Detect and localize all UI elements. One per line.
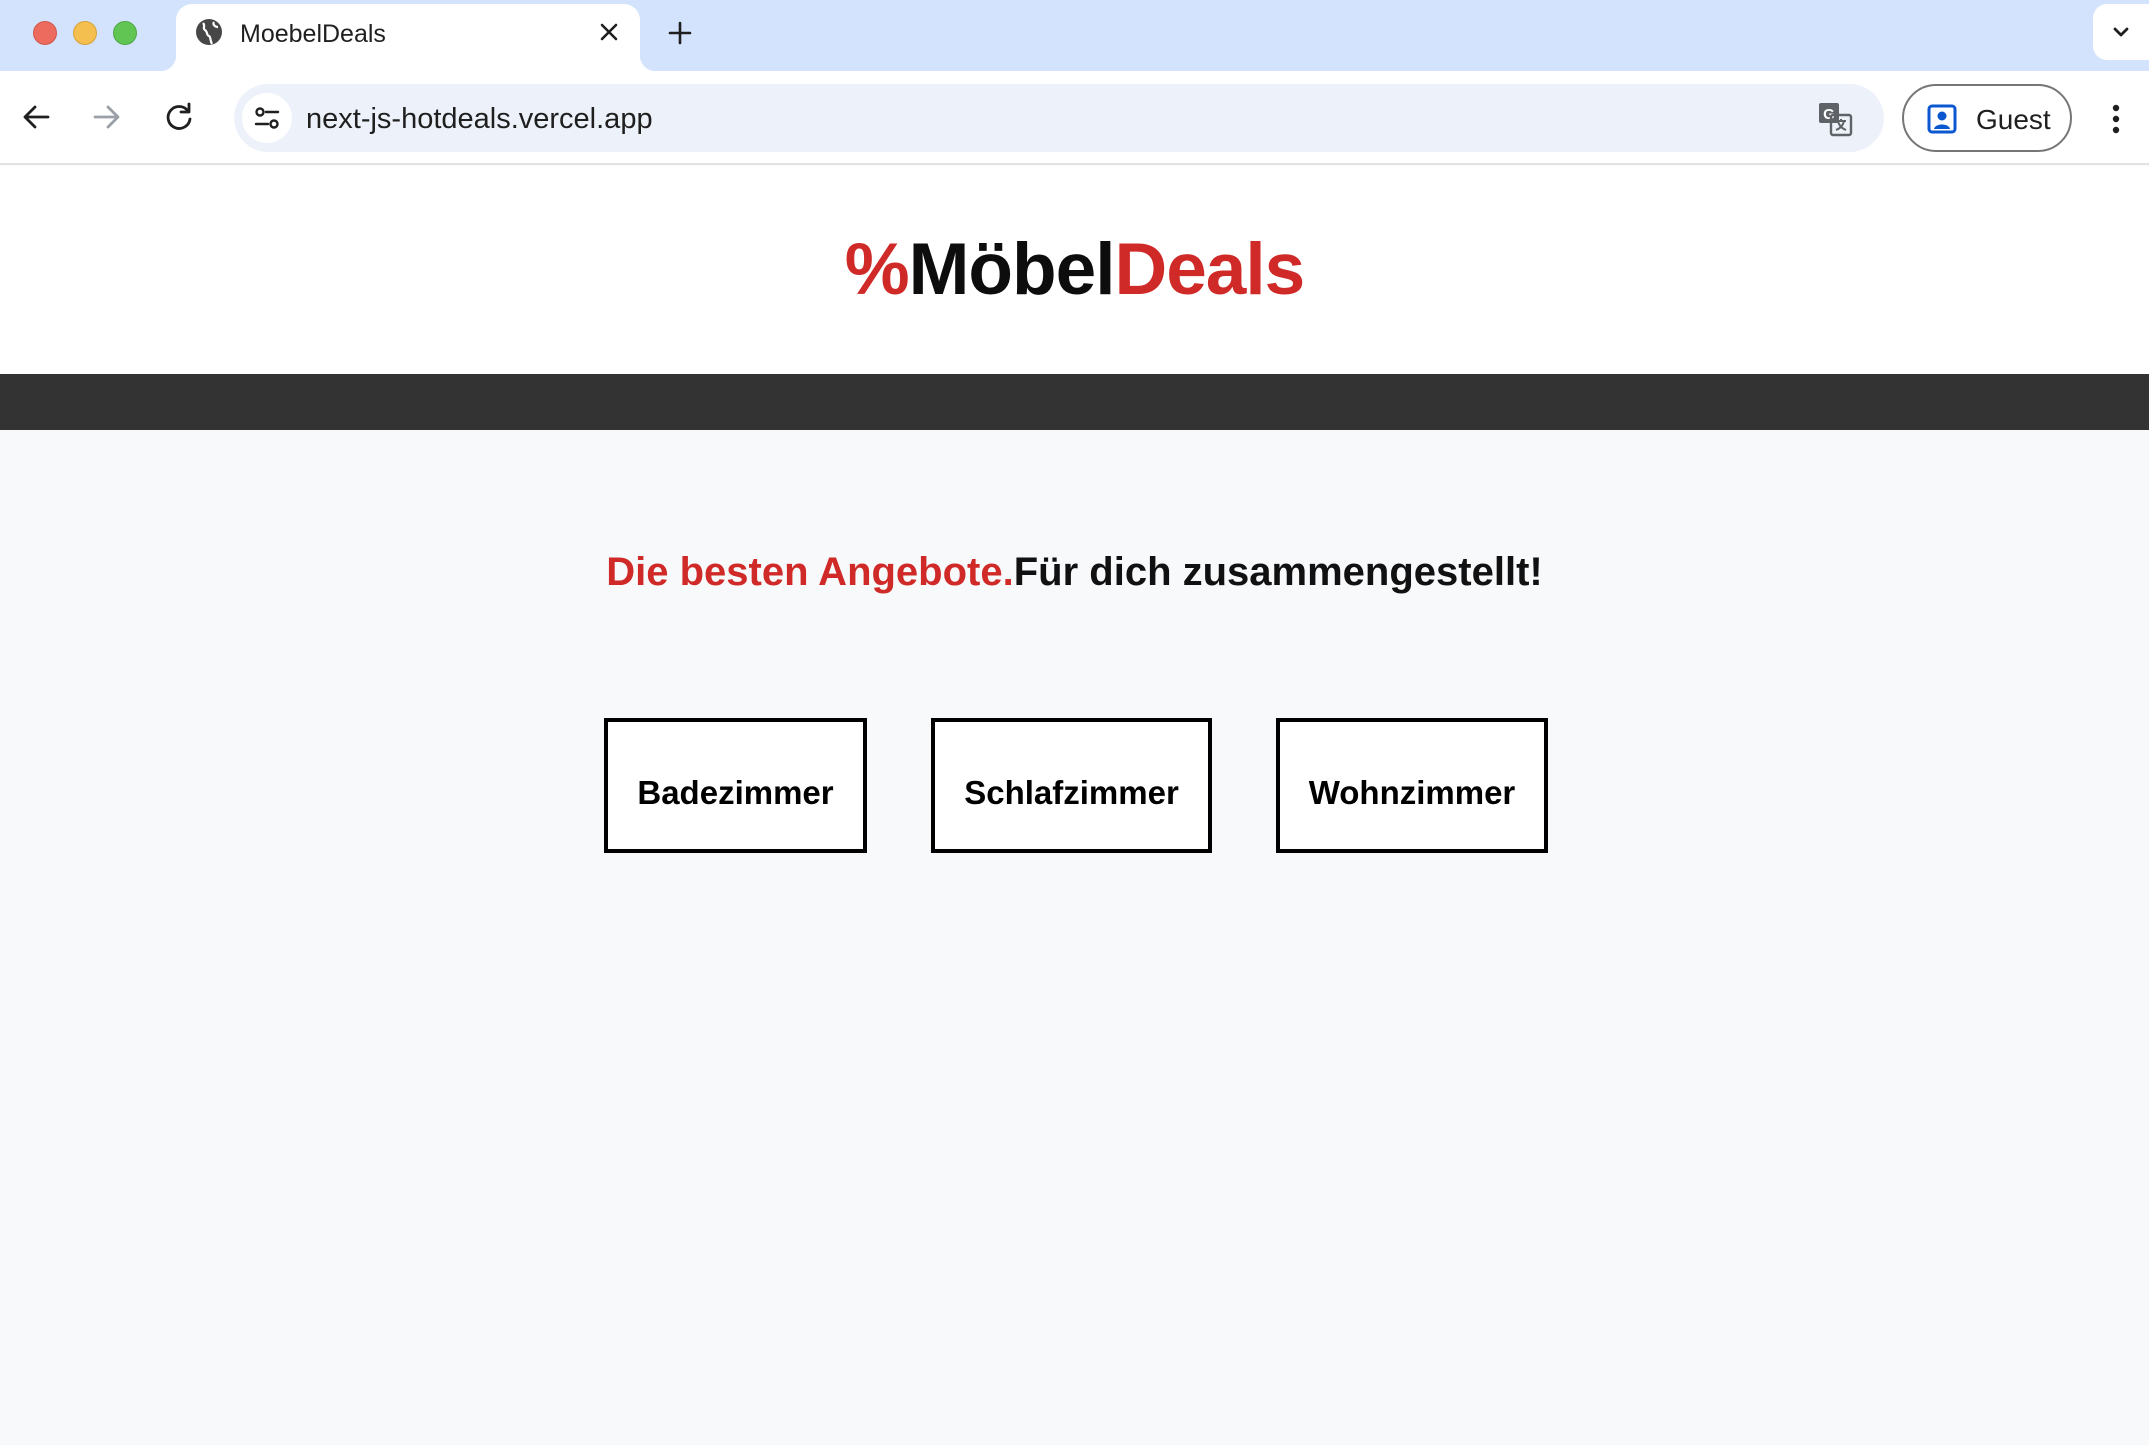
active-tab[interactable]: MoebelDeals [160,4,656,71]
tab-title: MoebelDeals [240,20,386,48]
browser-toolbar: next-js-hotdeals.vercel.app G Guest [0,71,2149,165]
close-icon[interactable] [596,19,622,45]
translate-icon[interactable]: G [1816,100,1854,138]
category-button-wohnzimmer[interactable]: Wohnzimmer [1276,718,1548,853]
url-text[interactable]: next-js-hotdeals.vercel.app [306,103,653,136]
tab-search-button[interactable] [2093,4,2149,60]
window-minimize-button[interactable] [73,21,97,45]
site-settings-icon [254,107,280,129]
category-button-schlafzimmer[interactable]: Schlafzimmer [931,718,1212,853]
address-bar[interactable]: next-js-hotdeals.vercel.app G [234,84,1884,152]
tagline-highlight: Die besten Angebote. [606,550,1014,594]
more-vert-icon[interactable] [2100,101,2132,137]
tagline-text: Für dich zusammengestellt! [1013,550,1543,594]
reload-icon[interactable] [161,99,197,135]
category-button-badezimmer[interactable]: Badezimmer [604,718,867,853]
profile-button[interactable]: Guest [1902,84,2072,152]
forward-arrow-icon[interactable] [89,99,125,135]
site-logo[interactable]: %MöbelDeals [0,228,2149,311]
window-close-button[interactable] [33,21,57,45]
profile-icon [1927,104,1957,134]
plus-icon[interactable] [664,17,696,49]
window-zoom-button[interactable] [113,21,137,45]
tagline: Die besten Angebote.Für dich zusammenges… [0,550,2149,595]
logo-brand-red: Deals [1114,229,1305,310]
logo-percent: % [844,229,910,310]
globe-icon [196,19,222,45]
navigation-bar [0,374,2149,430]
site-info-button[interactable] [242,93,292,143]
chevron-down-icon [2113,27,2129,37]
back-arrow-icon[interactable] [18,99,54,135]
logo-brand-black: Möbel [908,229,1116,310]
profile-label: Guest [1976,104,2051,135]
site-header: %MöbelDeals [0,166,2149,374]
tab-strip: MoebelDeals [0,0,2149,71]
